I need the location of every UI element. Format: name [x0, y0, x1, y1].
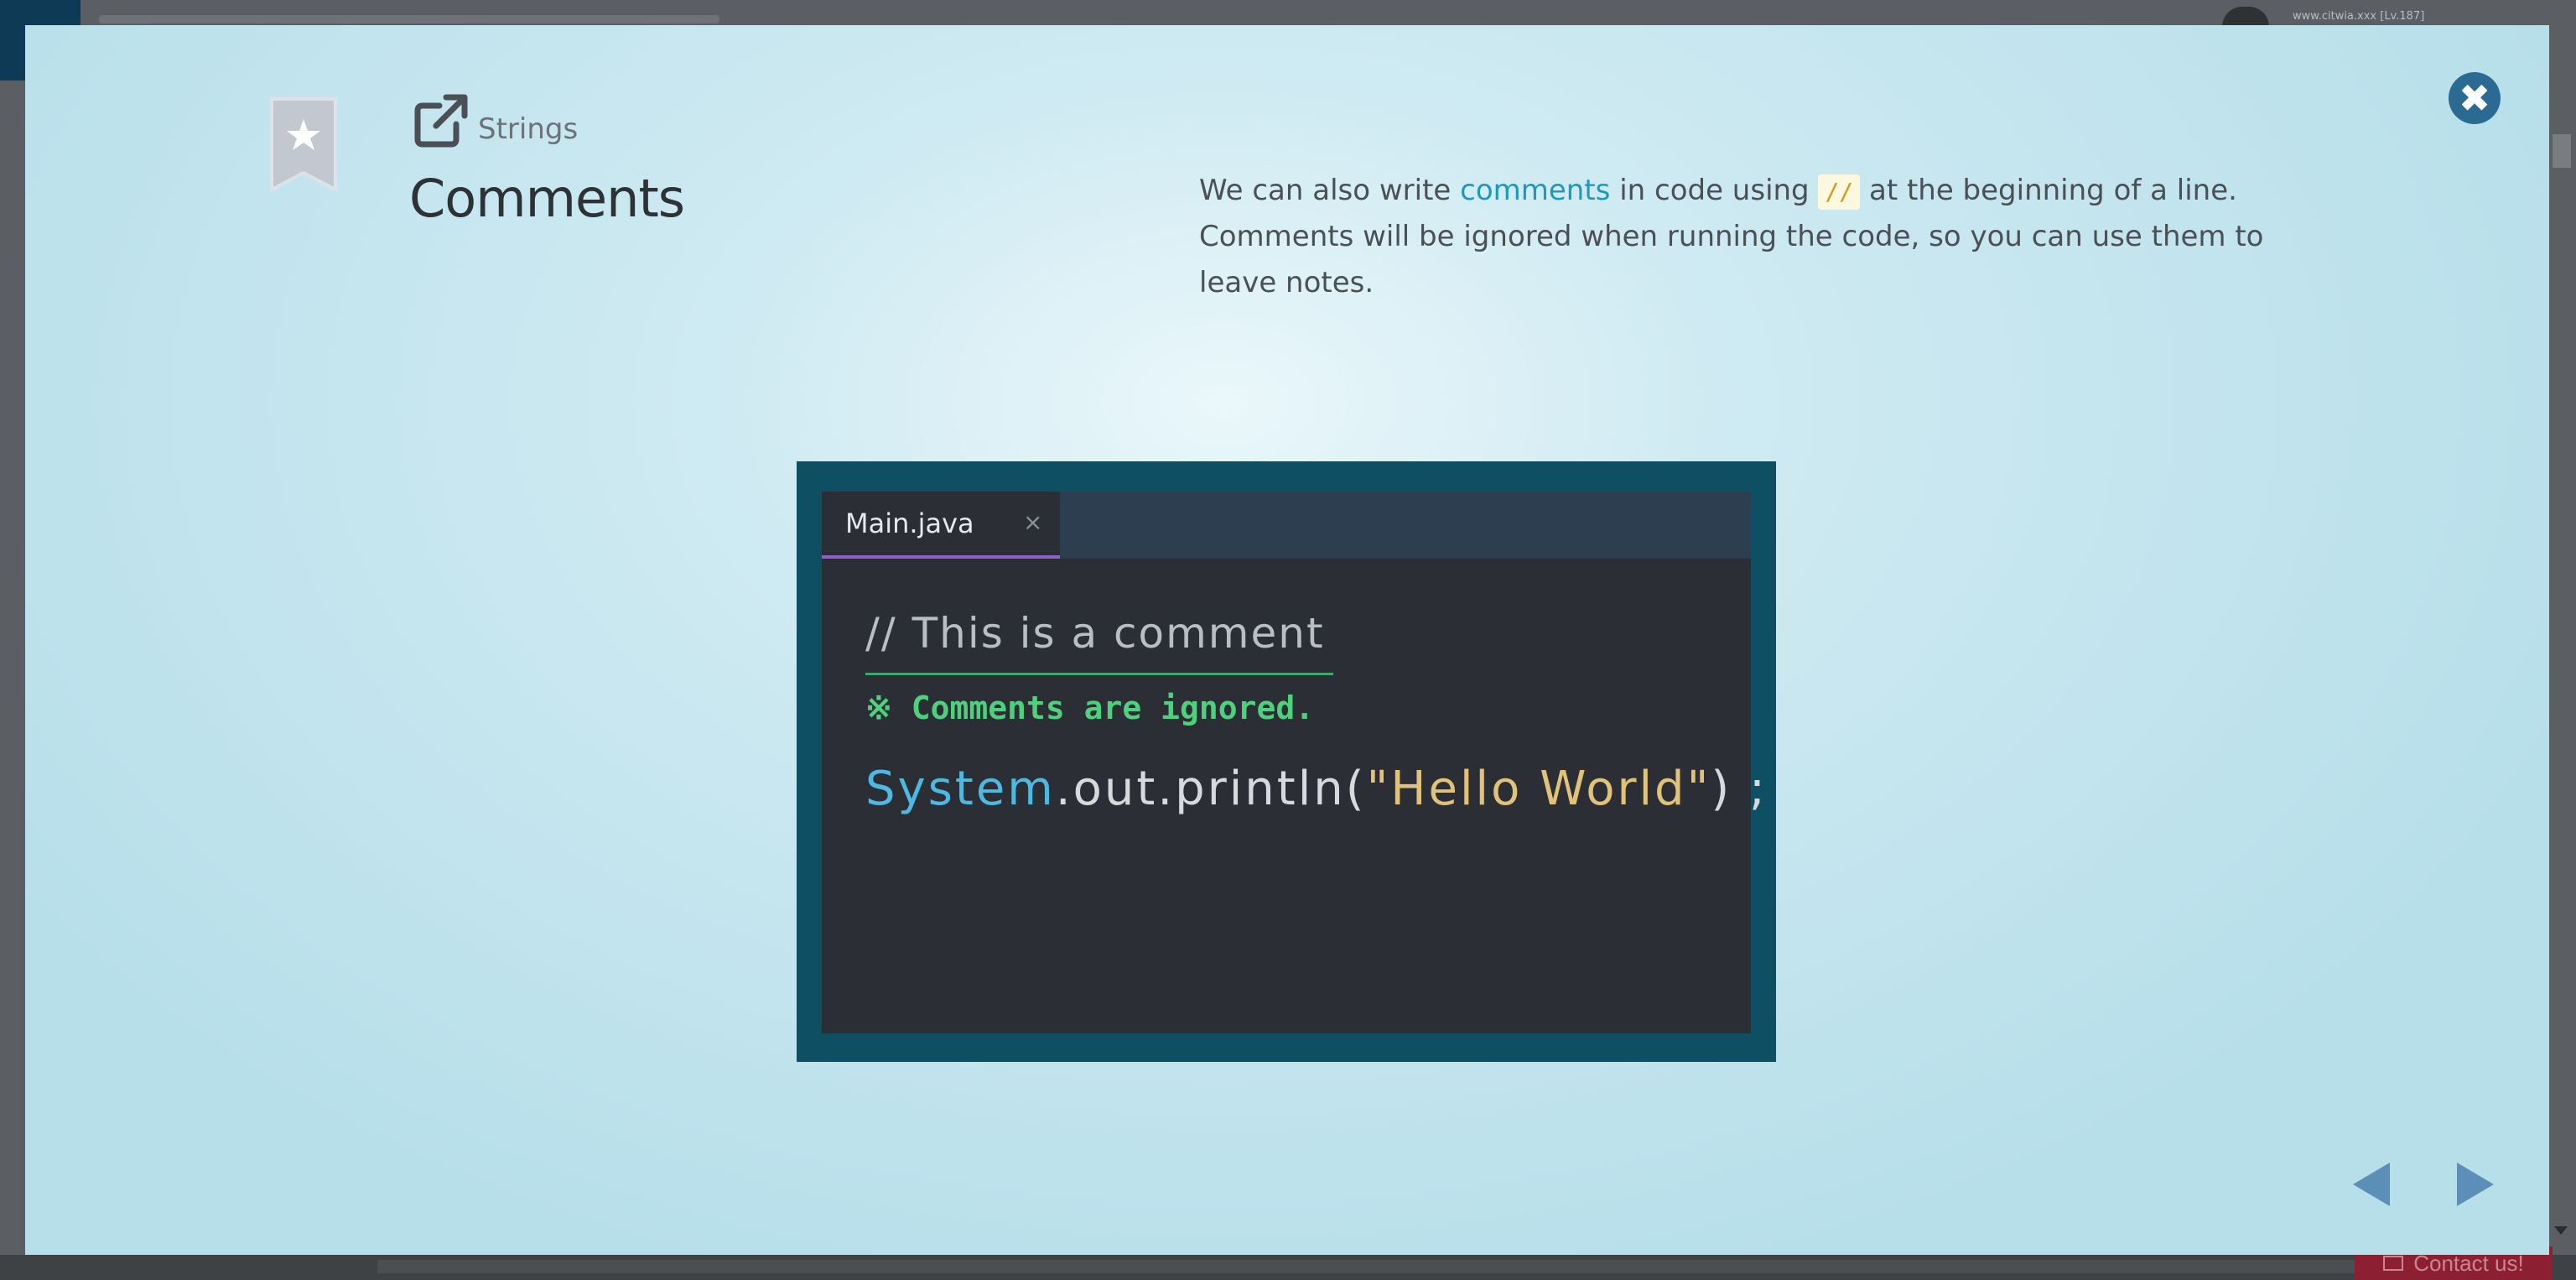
- description-text: We can also write: [1199, 174, 1461, 207]
- bookmark-star-icon[interactable]: [268, 96, 339, 193]
- background-search-bar: [99, 15, 719, 23]
- code-editor: Main.java × // This is a comment ※ Comme…: [822, 492, 1765, 1033]
- code-string-token: "Hello World": [1366, 762, 1711, 816]
- tab-main-java: Main.java ×: [822, 492, 1060, 559]
- code-example-figure: Main.java × // This is a comment ※ Comme…: [797, 461, 1776, 1062]
- lesson-category: Strings: [478, 112, 579, 146]
- previous-slide-icon[interactable]: [2353, 1163, 2390, 1206]
- editor-tab-bar: Main.java ×: [822, 492, 1751, 559]
- mail-icon: [2383, 1256, 2404, 1271]
- next-slide-icon[interactable]: [2457, 1163, 2494, 1206]
- code-statement: System.out.println("Hello World") ;: [865, 762, 1768, 816]
- lesson-description: We can also write comments in code using…: [1199, 168, 2289, 306]
- background-user-label: www.citwia.xxx [Lv.187]: [2293, 10, 2425, 23]
- code-end-token: ) ;: [1711, 762, 1768, 816]
- comment-underline: [865, 673, 1333, 675]
- close-icon[interactable]: ✖: [2449, 72, 2501, 124]
- background-scroll-down-icon: [2554, 1226, 2568, 1235]
- tab-close-icon: ×: [1023, 508, 1043, 536]
- background-horizontal-scrollbar: [377, 1260, 2432, 1273]
- tab-label: Main.java: [845, 507, 974, 539]
- code-class-token: System: [865, 762, 1056, 816]
- comments-link[interactable]: comments: [1460, 174, 1610, 207]
- lesson-modal: ✖ Strings Comments We can also write com…: [25, 25, 2549, 1255]
- background-avatar: [2222, 7, 2269, 27]
- code-comment-line: // This is a comment: [865, 609, 1325, 658]
- description-text: in code using: [1610, 174, 1819, 207]
- comment-note: ※ Comments are ignored.: [865, 689, 1315, 726]
- external-link-icon[interactable]: [411, 91, 471, 151]
- background-scrollbar: [2553, 134, 2571, 168]
- code-method-token: .out.println(: [1055, 762, 1367, 816]
- lesson-title: Comments: [409, 168, 685, 229]
- inline-code: //: [1818, 174, 1861, 210]
